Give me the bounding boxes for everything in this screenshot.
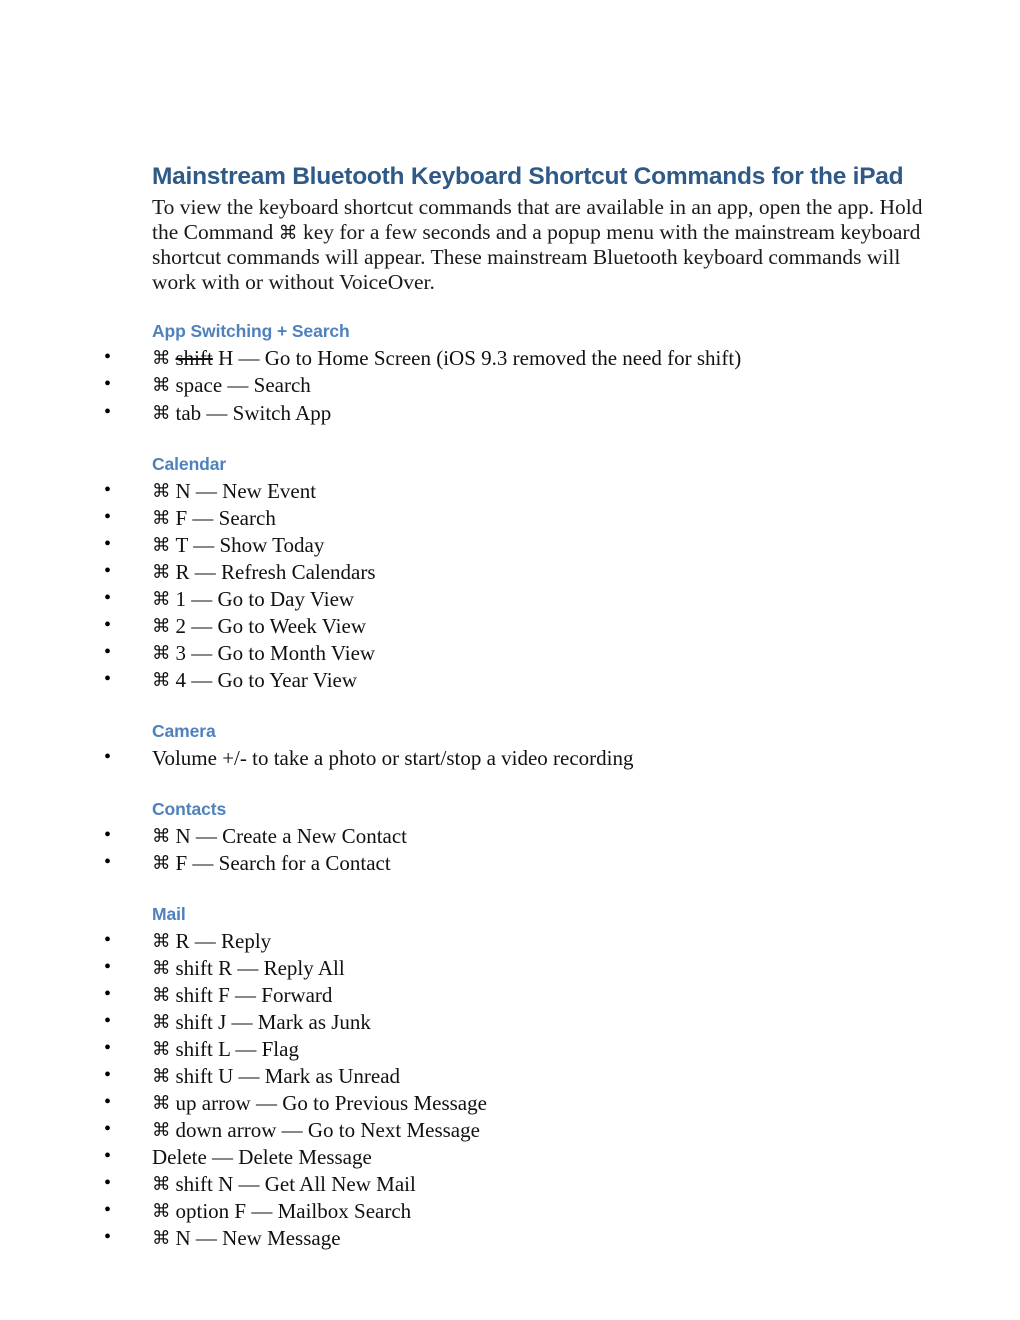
shortcut-list-item: ⌘shift F — Forward bbox=[95, 981, 936, 1009]
shortcut-list: ⌘N — Create a New Contact⌘F — Search for… bbox=[104, 821, 936, 877]
shortcut-text: shift R — Reply All bbox=[175, 955, 345, 980]
shortcut-list-item: ⌘space — Search bbox=[95, 371, 936, 399]
command-key-icon: ⌘ bbox=[152, 1011, 171, 1033]
shortcut-text: tab — Switch App bbox=[175, 400, 332, 425]
shortcut-text: R — Reply bbox=[175, 928, 272, 953]
command-key-icon: ⌘ bbox=[152, 643, 171, 665]
command-key-icon: ⌘ bbox=[152, 348, 171, 370]
shortcut-list-item: ⌘option F — Mailbox Search bbox=[95, 1197, 936, 1225]
shortcut-text: N — New Message bbox=[175, 1225, 341, 1250]
shortcut-section: Camera Volume +/- to take a photo or star… bbox=[104, 720, 936, 771]
shortcut-list-item: ⌘shift R — Reply All bbox=[95, 954, 936, 982]
shortcut-section: Calendar⌘N — New Event⌘F — Search⌘T — Sh… bbox=[104, 453, 936, 695]
command-key-icon: ⌘ bbox=[152, 561, 171, 583]
shortcut-text: 3 — Go to Month View bbox=[175, 641, 376, 666]
shortcut-list-item: ⌘R — Reply bbox=[95, 927, 936, 955]
shortcut-list-item: ⌘3 — Go to Month View bbox=[95, 639, 936, 667]
shortcut-text: 4 — Go to Year View bbox=[175, 668, 358, 693]
shortcut-text: T — Show Today bbox=[175, 532, 325, 557]
page-title: Mainstream Bluetooth Keyboard Shortcut C… bbox=[152, 163, 904, 190]
section-heading: Calendar bbox=[152, 453, 227, 474]
shortcut-list-item: ⌘N — New Message bbox=[95, 1224, 936, 1252]
shortcut-list-item: Delete — Delete Message bbox=[95, 1143, 936, 1170]
shortcut-text: option F — Mailbox Search bbox=[175, 1198, 412, 1223]
shortcut-text: R — Refresh Calendars bbox=[175, 559, 376, 584]
shortcut-list-item: ⌘tab — Switch App bbox=[95, 399, 936, 427]
command-key-icon: ⌘ bbox=[152, 375, 171, 397]
shortcut-section: Mail⌘R — Reply⌘shift R — Reply All⌘shift… bbox=[104, 903, 936, 1252]
shortcut-list: ⌘R — Reply⌘shift R — Reply All⌘shift F —… bbox=[104, 927, 936, 1252]
shortcut-text: F — Search for a Contact bbox=[175, 850, 391, 875]
shortcut-list-item: ⌘down arrow — Go to Next Message bbox=[95, 1116, 936, 1144]
shortcut-list-item: ⌘N — New Event bbox=[95, 477, 936, 505]
shortcut-text: H — Go to Home Screen (iOS 9.3 removed t… bbox=[212, 346, 742, 371]
command-key-icon: ⌘ bbox=[152, 1066, 171, 1088]
shortcut-list-item: ⌘shift J — Mark as Junk bbox=[95, 1008, 936, 1036]
sections-container: App Switching + Search⌘shift H — Go to H… bbox=[104, 320, 936, 1252]
shortcut-list-item: ⌘up arrow — Go to Previous Message bbox=[95, 1089, 936, 1117]
command-key-icon: ⌘ bbox=[152, 984, 171, 1006]
shortcut-list: Volume +/- to take a photo or start/stop… bbox=[104, 744, 936, 771]
command-key-icon: ⌘ bbox=[152, 1039, 171, 1061]
shortcut-list-item: Volume +/- to take a photo or start/stop… bbox=[95, 744, 936, 771]
shortcut-list-item: ⌘4 — Go to Year View bbox=[95, 666, 936, 694]
shortcut-section: App Switching + Search⌘shift H — Go to H… bbox=[104, 320, 936, 426]
shortcut-text: shift N — Get All New Mail bbox=[175, 1171, 416, 1196]
command-key-icon: ⌘ bbox=[152, 670, 171, 692]
shortcut-list-item: ⌘shift U — Mark as Unread bbox=[95, 1062, 936, 1090]
command-key-icon: ⌘ bbox=[152, 616, 171, 638]
shortcut-text: Volume +/- to take a photo or start/stop… bbox=[152, 746, 634, 771]
shortcut-text: 1 — Go to Day View bbox=[175, 587, 355, 612]
command-key-icon: ⌘ bbox=[152, 1227, 171, 1249]
shortcut-list-item: ⌘shift H — Go to Home Screen (iOS 9.3 re… bbox=[95, 344, 936, 372]
command-key-icon: ⌘ bbox=[152, 1173, 171, 1195]
command-key-icon: ⌘ bbox=[152, 534, 171, 556]
shortcut-list-item: ⌘F — Search bbox=[95, 504, 936, 532]
shortcut-text: up arrow — Go to Previous Message bbox=[175, 1091, 487, 1116]
shortcut-list-item: ⌘shift N — Get All New Mail bbox=[95, 1170, 936, 1198]
shortcut-list-item: ⌘shift L — Flag bbox=[95, 1035, 936, 1063]
section-heading: Contacts bbox=[152, 798, 227, 819]
shortcut-text: shift L — Flag bbox=[175, 1037, 299, 1062]
shortcut-list: ⌘shift H — Go to Home Screen (iOS 9.3 re… bbox=[104, 344, 936, 426]
shortcut-text: shift J — Mark as Junk bbox=[175, 1009, 371, 1034]
shortcut-list-item: ⌘2 — Go to Week View bbox=[95, 612, 936, 640]
shortcut-list: ⌘N — New Event⌘F — Search⌘T — Show Today… bbox=[104, 477, 936, 695]
command-key-icon: ⌘ bbox=[152, 930, 171, 952]
section-heading: App Switching + Search bbox=[152, 321, 350, 342]
command-key-icon: ⌘ bbox=[152, 589, 171, 611]
shortcut-strikethrough-text: shift bbox=[175, 346, 213, 371]
shortcut-text: Delete — Delete Message bbox=[152, 1145, 372, 1170]
shortcut-text: down arrow — Go to Next Message bbox=[175, 1118, 480, 1143]
section-heading: Mail bbox=[152, 903, 186, 924]
shortcut-section: Contacts⌘N — Create a New Contact⌘F — Se… bbox=[104, 798, 936, 877]
shortcut-list-item: ⌘T — Show Today bbox=[95, 531, 936, 559]
document-page: Mainstream Bluetooth Keyboard Shortcut C… bbox=[0, 0, 1020, 1320]
command-key-icon: ⌘ bbox=[152, 1200, 171, 1222]
shortcut-text: F — Search bbox=[175, 505, 276, 530]
document-content: Mainstream Bluetooth Keyboard Shortcut C… bbox=[104, 162, 936, 1252]
intro-paragraph: To view the keyboard shortcut commands t… bbox=[152, 195, 934, 294]
shortcut-list-item: ⌘N — Create a New Contact bbox=[95, 821, 936, 850]
command-key-icon: ⌘ bbox=[152, 480, 171, 502]
shortcut-list-item: ⌘R — Refresh Calendars bbox=[95, 558, 936, 586]
command-key-icon: ⌘ bbox=[152, 1093, 171, 1115]
shortcut-text: shift F — Forward bbox=[175, 982, 333, 1007]
shortcut-text: shift U — Mark as Unread bbox=[175, 1064, 401, 1089]
shortcut-text: N — New Event bbox=[175, 478, 317, 503]
command-key-icon: ⌘ bbox=[152, 852, 171, 874]
shortcut-list-item: ⌘F — Search for a Contact bbox=[95, 849, 936, 877]
command-key-icon: ⌘ bbox=[152, 1120, 171, 1142]
command-key-icon: ⌘ bbox=[152, 507, 171, 529]
command-key-icon: ⌘ bbox=[152, 402, 171, 424]
command-key-icon: ⌘ bbox=[278, 221, 298, 244]
section-heading: Camera bbox=[152, 721, 216, 742]
shortcut-text: space — Search bbox=[175, 373, 311, 398]
command-key-icon: ⌘ bbox=[152, 957, 171, 979]
shortcut-text: N — Create a New Contact bbox=[175, 823, 408, 848]
shortcut-text: 2 — Go to Week View bbox=[175, 614, 367, 639]
command-key-icon: ⌘ bbox=[152, 825, 171, 847]
shortcut-list-item: ⌘1 — Go to Day View bbox=[95, 585, 936, 613]
